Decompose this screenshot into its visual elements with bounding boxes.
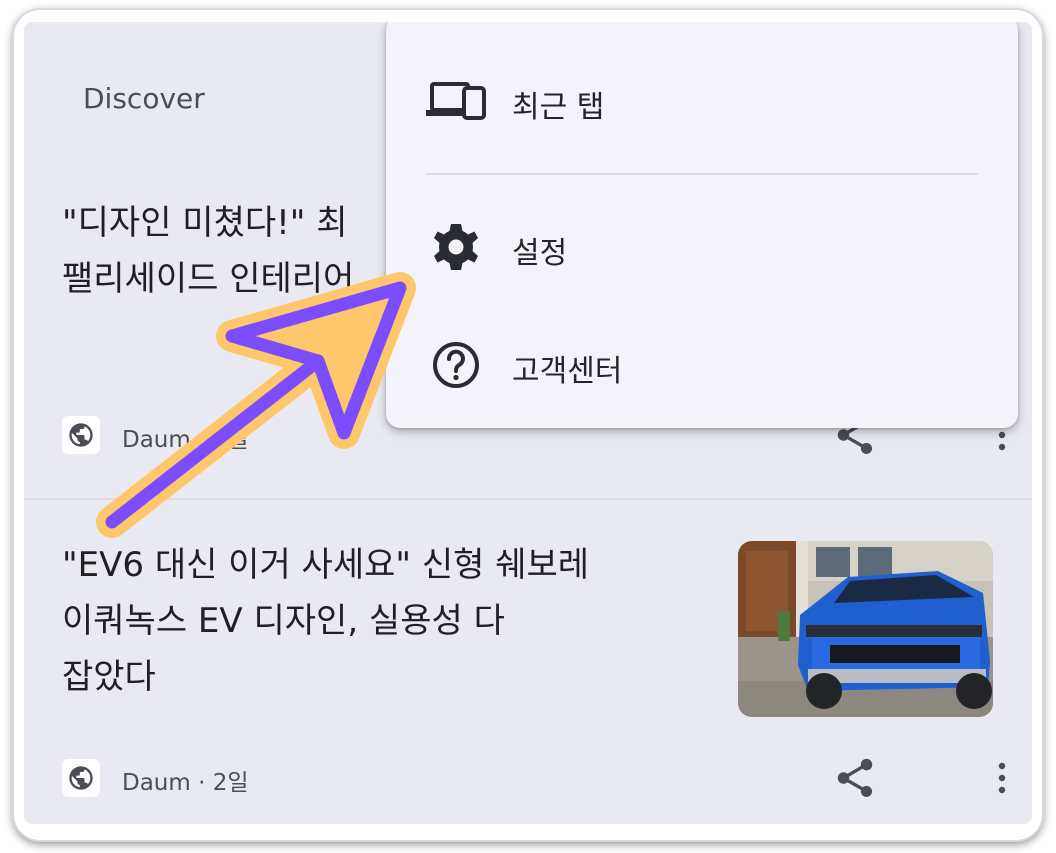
globe-icon xyxy=(62,759,100,797)
globe-icon xyxy=(62,416,100,454)
menu-item-label: 설정 xyxy=(512,236,568,271)
article-source-row-2: Daum · 2일 xyxy=(62,755,1012,799)
help-circle-icon xyxy=(426,340,486,390)
menu-item-help-center[interactable]: 고객센터 xyxy=(386,320,1018,410)
gear-icon xyxy=(426,222,486,272)
more-options-button[interactable] xyxy=(990,755,1014,801)
discover-heading: Discover xyxy=(83,82,205,115)
card-divider xyxy=(24,498,1032,500)
overflow-menu: 최근 탭 설정 고객센터 xyxy=(386,22,1018,428)
headline-line: "EV6 대신 이거 사세요" 신형 쉐보레 xyxy=(62,545,590,585)
more-vert-icon xyxy=(998,762,1006,794)
share-icon xyxy=(837,758,873,798)
devices-icon xyxy=(426,76,486,126)
headline-line: 잡았다 xyxy=(62,657,156,697)
app-screen: Discover "디자인 미쳤다!" 최 팰리세이드 인테리어 Daum · … xyxy=(24,22,1032,824)
source-name: Daum · 2일 xyxy=(122,427,249,453)
source-name: Daum · 2일 xyxy=(122,770,249,796)
menu-item-settings[interactable]: 설정 xyxy=(386,202,1018,292)
headline-line: 이쿼녹스 EV 디자인, 실용성 다 xyxy=(62,601,505,641)
menu-item-recent-tabs[interactable]: 최근 탭 xyxy=(386,56,1018,146)
menu-separator xyxy=(426,173,978,175)
menu-item-label: 최근 탭 xyxy=(512,90,605,125)
article-headline-2[interactable]: "EV6 대신 이거 사세요" 신형 쉐보레 이쿼녹스 EV 디자인, 실용성 … xyxy=(62,537,702,705)
menu-item-label: 고객센터 xyxy=(512,354,623,389)
article-thumbnail[interactable] xyxy=(738,541,993,717)
share-button[interactable] xyxy=(832,755,878,801)
